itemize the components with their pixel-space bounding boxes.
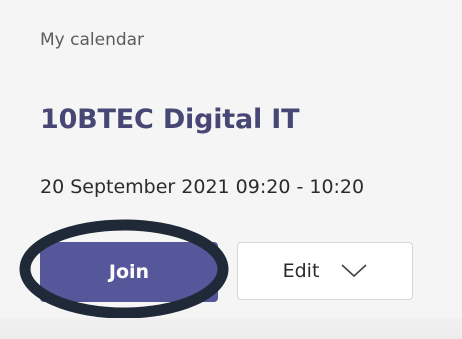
edit-button[interactable]: Edit [237,242,413,300]
calendar-label: My calendar [40,30,145,50]
meeting-card: My calendar 10BTEC Digital IT 20 Septemb… [0,0,462,339]
edit-button-label: Edit [282,260,320,282]
chevron-down-icon[interactable] [341,264,367,278]
meeting-time: 20 September 2021 09:20 - 10:20 [40,176,365,198]
meeting-title[interactable]: 10BTEC Digital IT [40,104,300,135]
bottom-divider [0,318,462,339]
join-button-label: Join [108,261,150,283]
join-button[interactable]: Join [40,242,218,302]
